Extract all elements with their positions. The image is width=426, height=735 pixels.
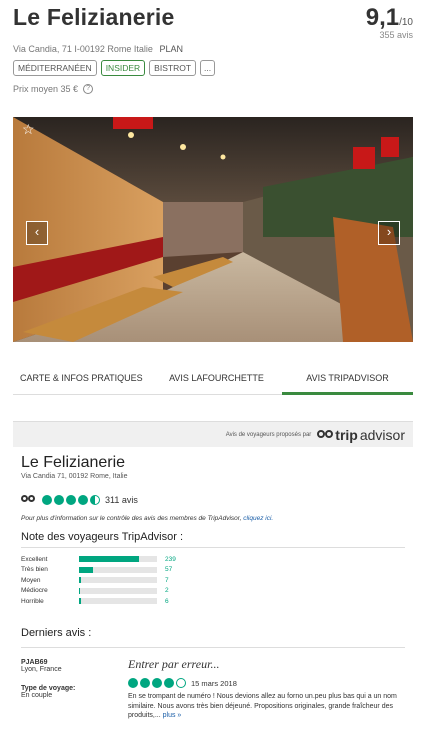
restaurant-header: Le Felizianerie 9,1/10 355 avis Via Cand… [13,4,413,114]
score-value: 9,1 [365,4,400,31]
dist-count: 57 [165,566,173,574]
dist-count: 2 [165,587,169,595]
reviewer-location: Lyon, France [21,666,62,673]
rating-distribution: Excellent 239 Très bien 57 Moyen 7 Médio… [21,554,321,607]
dist-label: Moyen [21,576,41,584]
tag-insider[interactable]: INSIDER [100,60,146,76]
review-title: Entrer par erreur... [128,657,220,671]
tag-mediterranean[interactable]: MÉDITERRANÉEN [13,60,97,76]
ta-address: Via Candia 71, 00192 Rome, Italie [21,473,128,480]
rating-bubbles [42,495,100,505]
dist-label: Médiocre [21,587,48,595]
bubble-full-icon [164,678,174,688]
proposed-by-text: Avis de voyageurs proposés par [225,431,312,438]
tripadvisor-banner: Avis de voyageurs proposés par trip advis… [13,421,413,447]
restaurant-name: Le Felizianerie [13,4,175,30]
dist-count: 239 [165,555,176,563]
dist-bar [79,598,81,605]
tag-more-button[interactable]: ... [200,60,216,76]
review-rating-bubbles [128,678,186,688]
trip-type-label: Type de voyage: [21,685,76,692]
dist-row: Horrible 6 [21,596,321,607]
latest-reviews-title: Derniers avis : [21,627,92,639]
review-meta: 15 mars 2018 [128,678,398,688]
tab-carte-infos[interactable]: CARTE & INFOS PRATIQUES [13,367,151,394]
dist-bar [79,587,81,594]
bubble-full-icon [140,678,150,688]
dist-bar [79,577,81,584]
tag-bistrot[interactable]: BISTROT [149,60,197,76]
trip-type: En couple [21,692,53,699]
gallery-prev-button[interactable]: ‹ [26,221,48,245]
dist-bar-track [79,577,157,584]
note-link[interactable]: cliquez ici. [243,515,273,522]
dist-row: Moyen 7 [21,575,321,586]
tripadvisor-widget: Avis de voyageurs proposés par trip advis… [13,421,413,731]
tag-list: MÉDITERRANÉEN INSIDER BISTROT ... [13,60,216,76]
gallery-next-button[interactable]: › [378,221,400,245]
distribution-title: Note des voyageurs TripAdvisor : [21,531,184,543]
tab-bar: CARTE & INFOS PRATIQUES AVIS LAFOURCHETT… [13,367,413,395]
reviewer-name: PJAB69 [21,659,48,666]
restaurant-photo: ☆ ‹ › [13,117,413,342]
dist-bar [79,556,139,563]
bubble-full-icon [128,678,138,688]
dist-row: Médiocre 2 [21,586,321,597]
favorite-star-icon[interactable]: ☆ [22,121,35,138]
dist-bar-track [79,556,157,563]
dist-label: Horrible [21,597,44,605]
ta-review-count[interactable]: 311 avis [105,495,138,505]
dist-bar-track [79,587,157,594]
note-text: Pour plus d'information sur le contrôle … [21,515,242,522]
divider [21,547,405,548]
dist-bar-track [79,598,157,605]
ta-info-note: Pour plus d'information sur le contrôle … [21,515,273,522]
bubble-half-icon [90,495,100,505]
average-price: Prix moyen 35 € ? [13,84,94,94]
logo-trip: trip [335,426,358,443]
dist-bar-track [79,566,157,573]
plan-link[interactable]: PLAN [159,44,183,54]
help-icon[interactable]: ? [83,84,94,94]
review-body: Entrer par erreur... 15 mars 2018 En se … [128,657,398,721]
owl-icon [21,495,37,505]
dist-row: Très bien 57 [21,565,321,576]
logo-advisor: advisor [359,426,405,443]
divider [21,647,405,648]
price-text: Prix moyen 35 € [13,84,79,94]
score-denominator: /10 [399,17,413,28]
tab-avis-tripadvisor[interactable]: AVIS TRIPADVISOR [282,367,413,395]
bubble-full-icon [54,495,64,505]
bubble-full-icon [66,495,76,505]
address: Via Candia, 71 I-00192 Rome Italie [13,44,153,54]
review-date: 15 mars 2018 [191,678,237,688]
address-line: Via Candia, 71 I-00192 Rome Italie PLAN [13,44,183,54]
dist-label: Très bien [21,566,48,574]
tripadvisor-logo[interactable]: trip advisor [317,427,405,443]
tab-avis-lafourchette[interactable]: AVIS LAFOURCHETTE [151,367,282,394]
bubble-empty-icon [176,678,186,688]
dist-bar [79,566,94,573]
bubble-full-icon [78,495,88,505]
dist-count: 6 [165,597,169,605]
dist-count: 7 [165,576,169,584]
dist-label: Excellent [21,555,48,563]
dist-row: Excellent 239 [21,554,321,565]
score-block: 9,1/10 355 avis [366,4,413,40]
owl-icon [317,429,334,440]
review-text: En se trompant de numéro ! Nous devions … [128,692,398,721]
read-more-link[interactable]: plus » [163,712,182,719]
bubble-full-icon [42,495,52,505]
ta-overall-rating: 311 avis [21,495,138,505]
bubble-full-icon [152,678,162,688]
ta-restaurant-name: Le Felizianerie [21,454,126,471]
reviewer-info: PJAB69 Lyon, France Type de voyage: En c… [21,659,121,699]
photo-illustration [13,117,413,342]
